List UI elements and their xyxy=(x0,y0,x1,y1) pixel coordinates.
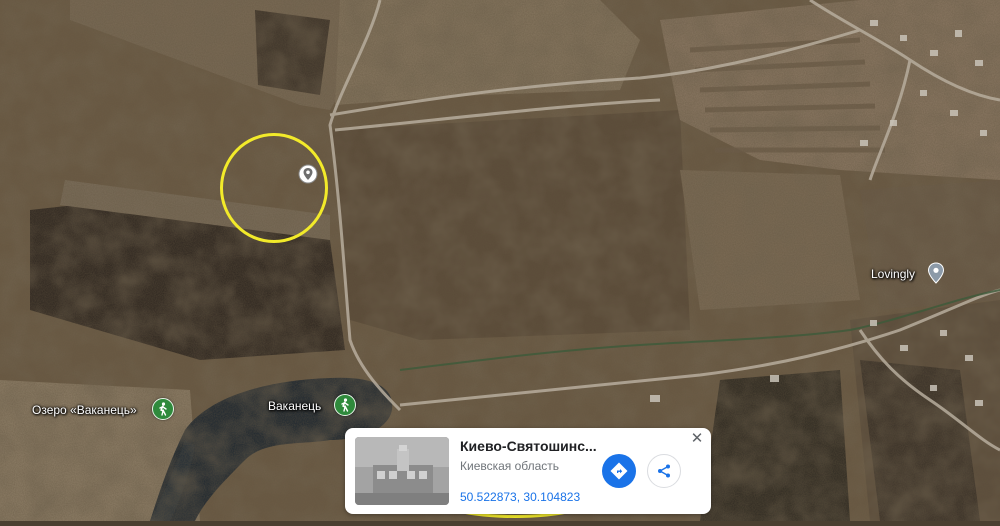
lake-label[interactable]: Озеро «Ваканець» xyxy=(32,402,137,418)
poi-pin-icon[interactable] xyxy=(927,262,945,289)
directions-button[interactable] xyxy=(602,454,636,488)
street-view-thumbnail[interactable] xyxy=(355,437,449,505)
card-subtitle: Киевская область xyxy=(460,459,560,473)
share-icon xyxy=(658,464,670,478)
coordinates-link[interactable]: 50.522873, 30.104823 xyxy=(460,490,580,504)
hiking-icon[interactable] xyxy=(334,394,356,416)
village-label[interactable]: Ваканець xyxy=(268,398,321,414)
directions-icon xyxy=(610,462,628,480)
location-info-card: Киево-Святошинс... Киевская область 50.5… xyxy=(345,428,711,514)
hiking-icon[interactable] xyxy=(152,398,174,420)
card-title[interactable]: Киево-Святошинс... xyxy=(460,438,620,454)
share-button[interactable] xyxy=(647,454,681,488)
poi-label-lovingly[interactable]: Lovingly xyxy=(871,266,915,282)
location-pin-icon[interactable] xyxy=(298,164,318,191)
close-icon[interactable]: ✕ xyxy=(689,431,705,447)
